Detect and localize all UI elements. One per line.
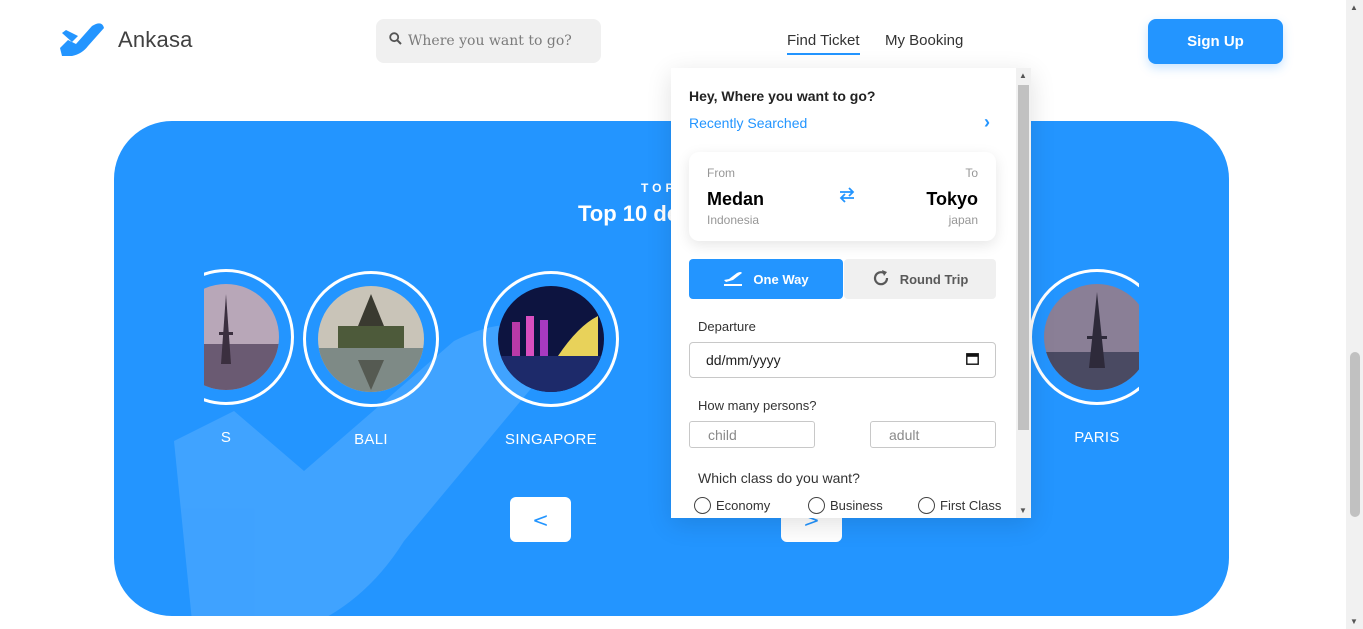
from-label: From bbox=[707, 166, 735, 180]
destination-photo bbox=[318, 286, 424, 392]
persons-label: How many persons? bbox=[698, 398, 817, 413]
plane-logo-icon bbox=[58, 22, 106, 58]
scroll-down-icon[interactable]: ▼ bbox=[1350, 617, 1358, 626]
adult-input[interactable] bbox=[870, 421, 996, 448]
destination-label: SINGAPORE bbox=[505, 431, 597, 448]
class-option-label: Business bbox=[830, 498, 883, 513]
scroll-up-icon[interactable]: ▲ bbox=[1019, 71, 1027, 80]
search-box[interactable] bbox=[376, 19, 601, 63]
scroll-down-icon[interactable]: ▼ bbox=[1019, 506, 1027, 515]
destination-photo bbox=[498, 286, 604, 392]
child-input[interactable] bbox=[689, 421, 815, 448]
destination-card-bali[interactable]: BALI bbox=[303, 271, 439, 448]
destination-card-paris[interactable]: PARIS bbox=[1019, 269, 1139, 469]
destination-photo bbox=[1044, 284, 1139, 390]
class-economy-radio[interactable]: Economy bbox=[694, 497, 770, 514]
brand-name: Ankasa bbox=[118, 27, 193, 52]
to-label: To bbox=[965, 166, 978, 180]
date-value: dd/mm/yyyy bbox=[706, 352, 781, 368]
nav-my-booking[interactable]: My Booking bbox=[885, 32, 963, 49]
page-scroll-thumb[interactable] bbox=[1350, 352, 1360, 517]
destination-card-clipped[interactable]: S bbox=[204, 269, 294, 469]
round-trip-label: Round Trip bbox=[899, 271, 969, 287]
calendar-icon[interactable] bbox=[966, 352, 979, 368]
to-city[interactable]: Tokyo bbox=[926, 189, 978, 210]
from-city[interactable]: Medan bbox=[707, 189, 764, 210]
departure-date-input[interactable]: dd/mm/yyyy bbox=[689, 342, 996, 378]
destination-label: PARIS bbox=[1074, 429, 1120, 446]
page-scrollbar[interactable]: ▲ ▼ bbox=[1346, 0, 1363, 629]
search-input[interactable] bbox=[408, 33, 588, 49]
brand-logo[interactable]: Ankasa bbox=[58, 22, 193, 58]
nav-find-ticket[interactable]: Find Ticket bbox=[787, 32, 860, 55]
route-card: From To Medan Tokyo Indonesia japan bbox=[689, 152, 996, 241]
one-way-button[interactable]: One Way bbox=[689, 259, 843, 299]
class-business-radio[interactable]: Business bbox=[808, 497, 883, 514]
destination-card-singapore[interactable]: SINGAPORE bbox=[483, 271, 619, 448]
class-option-label: Economy bbox=[716, 498, 771, 513]
rotate-icon bbox=[872, 269, 890, 290]
from-country: Indonesia bbox=[707, 213, 760, 227]
popup-scroll-thumb[interactable] bbox=[1018, 85, 1029, 430]
class-option-label: First Class bbox=[940, 498, 1002, 513]
round-trip-button[interactable]: Round Trip bbox=[844, 259, 996, 299]
to-country: japan bbox=[948, 213, 978, 227]
destination-label: BALI bbox=[354, 431, 388, 448]
plane-takeoff-icon bbox=[723, 270, 743, 289]
radio-circle[interactable] bbox=[808, 497, 825, 514]
class-first-radio[interactable]: First Class bbox=[918, 497, 1001, 514]
radio-circle[interactable] bbox=[694, 497, 711, 514]
destination-photo bbox=[204, 284, 279, 390]
section-title: Top 10 de bbox=[578, 201, 680, 226]
one-way-label: One Way bbox=[753, 271, 809, 287]
page: Ankasa Find Ticket My Booking Sign Up TO… bbox=[0, 0, 1363, 629]
sign-up-button[interactable]: Sign Up bbox=[1148, 19, 1283, 64]
popup-scrollbar[interactable]: ▲ ▼ bbox=[1016, 68, 1031, 518]
search-icon bbox=[389, 32, 402, 50]
radio-circle[interactable] bbox=[918, 497, 935, 514]
popup-question: Hey, Where you want to go? bbox=[689, 88, 876, 104]
recently-searched-link[interactable]: Recently Searched bbox=[689, 115, 807, 131]
search-flight-popup: Hey, Where you want to go? Recently Sear… bbox=[671, 68, 1031, 518]
chevron-right-icon[interactable]: › bbox=[984, 112, 990, 133]
swap-arrows-icon[interactable] bbox=[838, 186, 856, 209]
departure-label: Departure bbox=[698, 319, 756, 334]
destination-label: S bbox=[220, 429, 232, 446]
scroll-up-icon[interactable]: ▲ bbox=[1350, 3, 1358, 12]
carousel-prev-button[interactable]: < bbox=[510, 497, 571, 542]
class-label: Which class do you want? bbox=[698, 470, 860, 486]
